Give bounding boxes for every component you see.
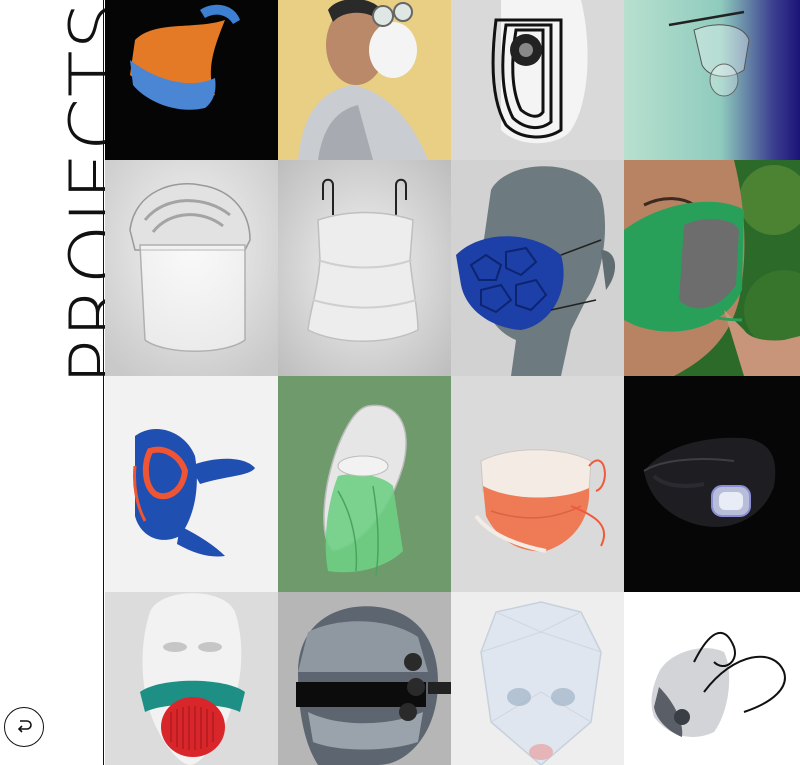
translucent-faceted-shield-image <box>451 592 624 765</box>
project-tile[interactable] <box>451 0 624 160</box>
project-tile[interactable] <box>105 0 278 160</box>
chrome-band-helmet-image <box>278 592 451 765</box>
return-arrow-icon <box>17 720 32 733</box>
project-tile[interactable] <box>451 160 624 376</box>
project-tile[interactable] <box>624 592 800 765</box>
project-tile[interactable] <box>278 160 451 376</box>
project-tile[interactable] <box>105 592 278 765</box>
project-tile[interactable] <box>105 160 278 376</box>
leaf-visor-mask-image <box>278 376 451 592</box>
voronoi-lattice-mask-image <box>451 160 624 376</box>
project-tile[interactable] <box>624 376 800 592</box>
project-tile[interactable] <box>624 160 800 376</box>
glass-face-shield-image <box>624 0 800 160</box>
project-tile[interactable] <box>278 376 451 592</box>
knit-mask-image <box>105 0 278 160</box>
clip-on-respirator-image <box>278 0 451 160</box>
sidebar: PROJECTS <box>0 0 142 765</box>
project-tile[interactable] <box>451 592 624 765</box>
project-tile[interactable] <box>451 376 624 592</box>
fingerprint-face-shield-image <box>105 160 278 376</box>
coral-cloth-mask-image <box>451 376 624 592</box>
back-button[interactable] <box>4 707 44 747</box>
black-led-mask-image <box>624 376 800 592</box>
project-tile[interactable] <box>278 0 451 160</box>
project-tile[interactable] <box>624 0 800 160</box>
project-tile[interactable] <box>105 376 278 592</box>
green-fabric-mask-image <box>624 160 800 376</box>
project-tile[interactable] <box>278 592 451 765</box>
concentric-line-mask-image <box>451 0 624 160</box>
red-filter-mouthpiece-image <box>105 592 278 765</box>
project-grid <box>105 0 800 765</box>
grey-sport-mask-image <box>624 592 800 765</box>
wire-neck-gaiter-image <box>278 160 451 376</box>
blue-orange-strap-mask-image <box>105 376 278 592</box>
